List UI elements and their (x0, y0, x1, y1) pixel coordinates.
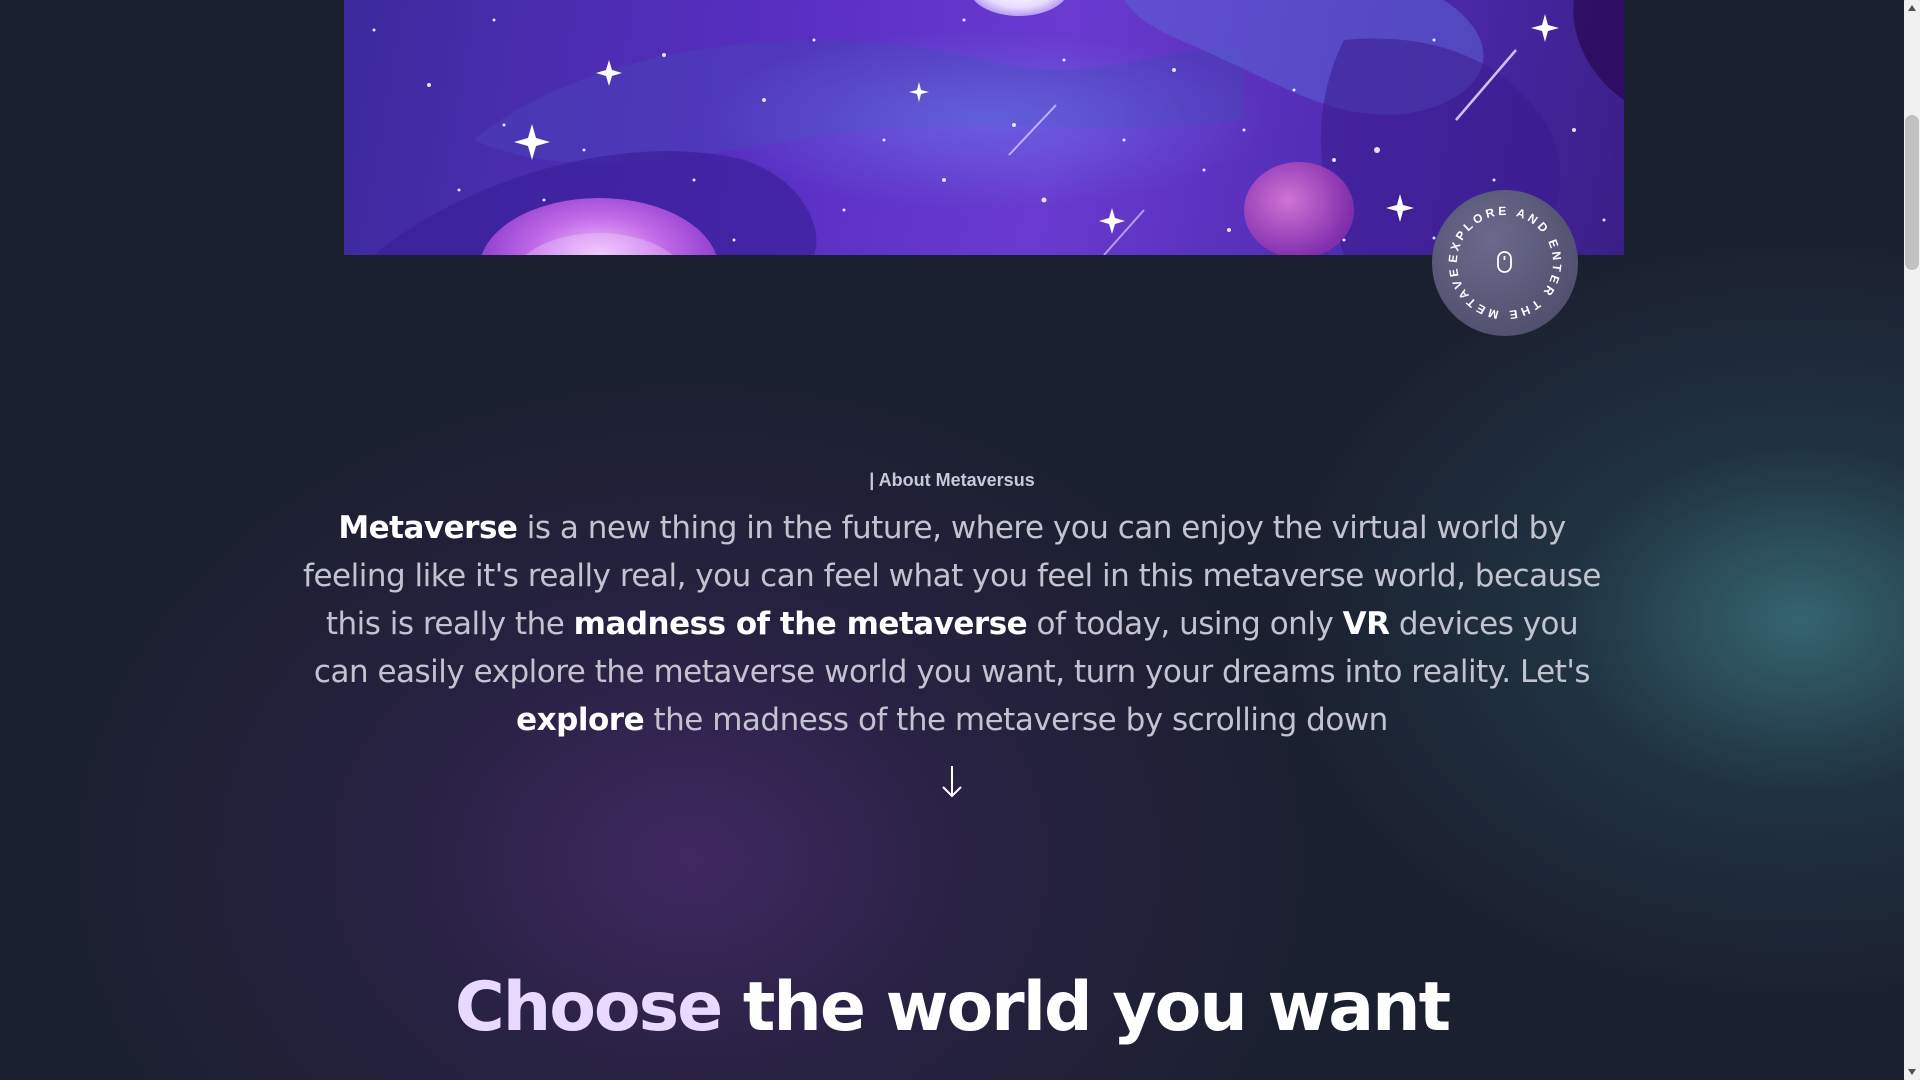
scrollbar-thumb[interactable] (1905, 115, 1919, 270)
scroll-down-icon[interactable] (1907, 1068, 1917, 1076)
highlight-explore: explore (516, 702, 645, 738)
highlight-vr: VR (1342, 606, 1390, 642)
scroll-up-icon[interactable] (1907, 4, 1917, 12)
about-section-label: | About Metaversus (869, 470, 1035, 490)
title-accent: Choose (454, 968, 723, 1047)
badge-circular-text: EXPLORE AND ENTER THE METAVERSE (1432, 190, 1561, 322)
choose-world-title: Choose the world you want (0, 968, 1904, 1047)
explore-badge[interactable]: EXPLORE AND ENTER THE METAVERSE (1432, 190, 1578, 336)
about-paragraph: Metaverse is a new thing in the future, … (303, 510, 1601, 738)
mouse-icon (1497, 251, 1512, 273)
title-rest: the world you want (721, 968, 1451, 1047)
highlight-metaverse: Metaverse (338, 510, 518, 546)
highlight-madness: madness of the metaverse (573, 606, 1028, 642)
arrow-down-icon (942, 766, 962, 798)
page: EXPLORE AND ENTER THE METAVERSE | About … (0, 0, 1904, 1080)
